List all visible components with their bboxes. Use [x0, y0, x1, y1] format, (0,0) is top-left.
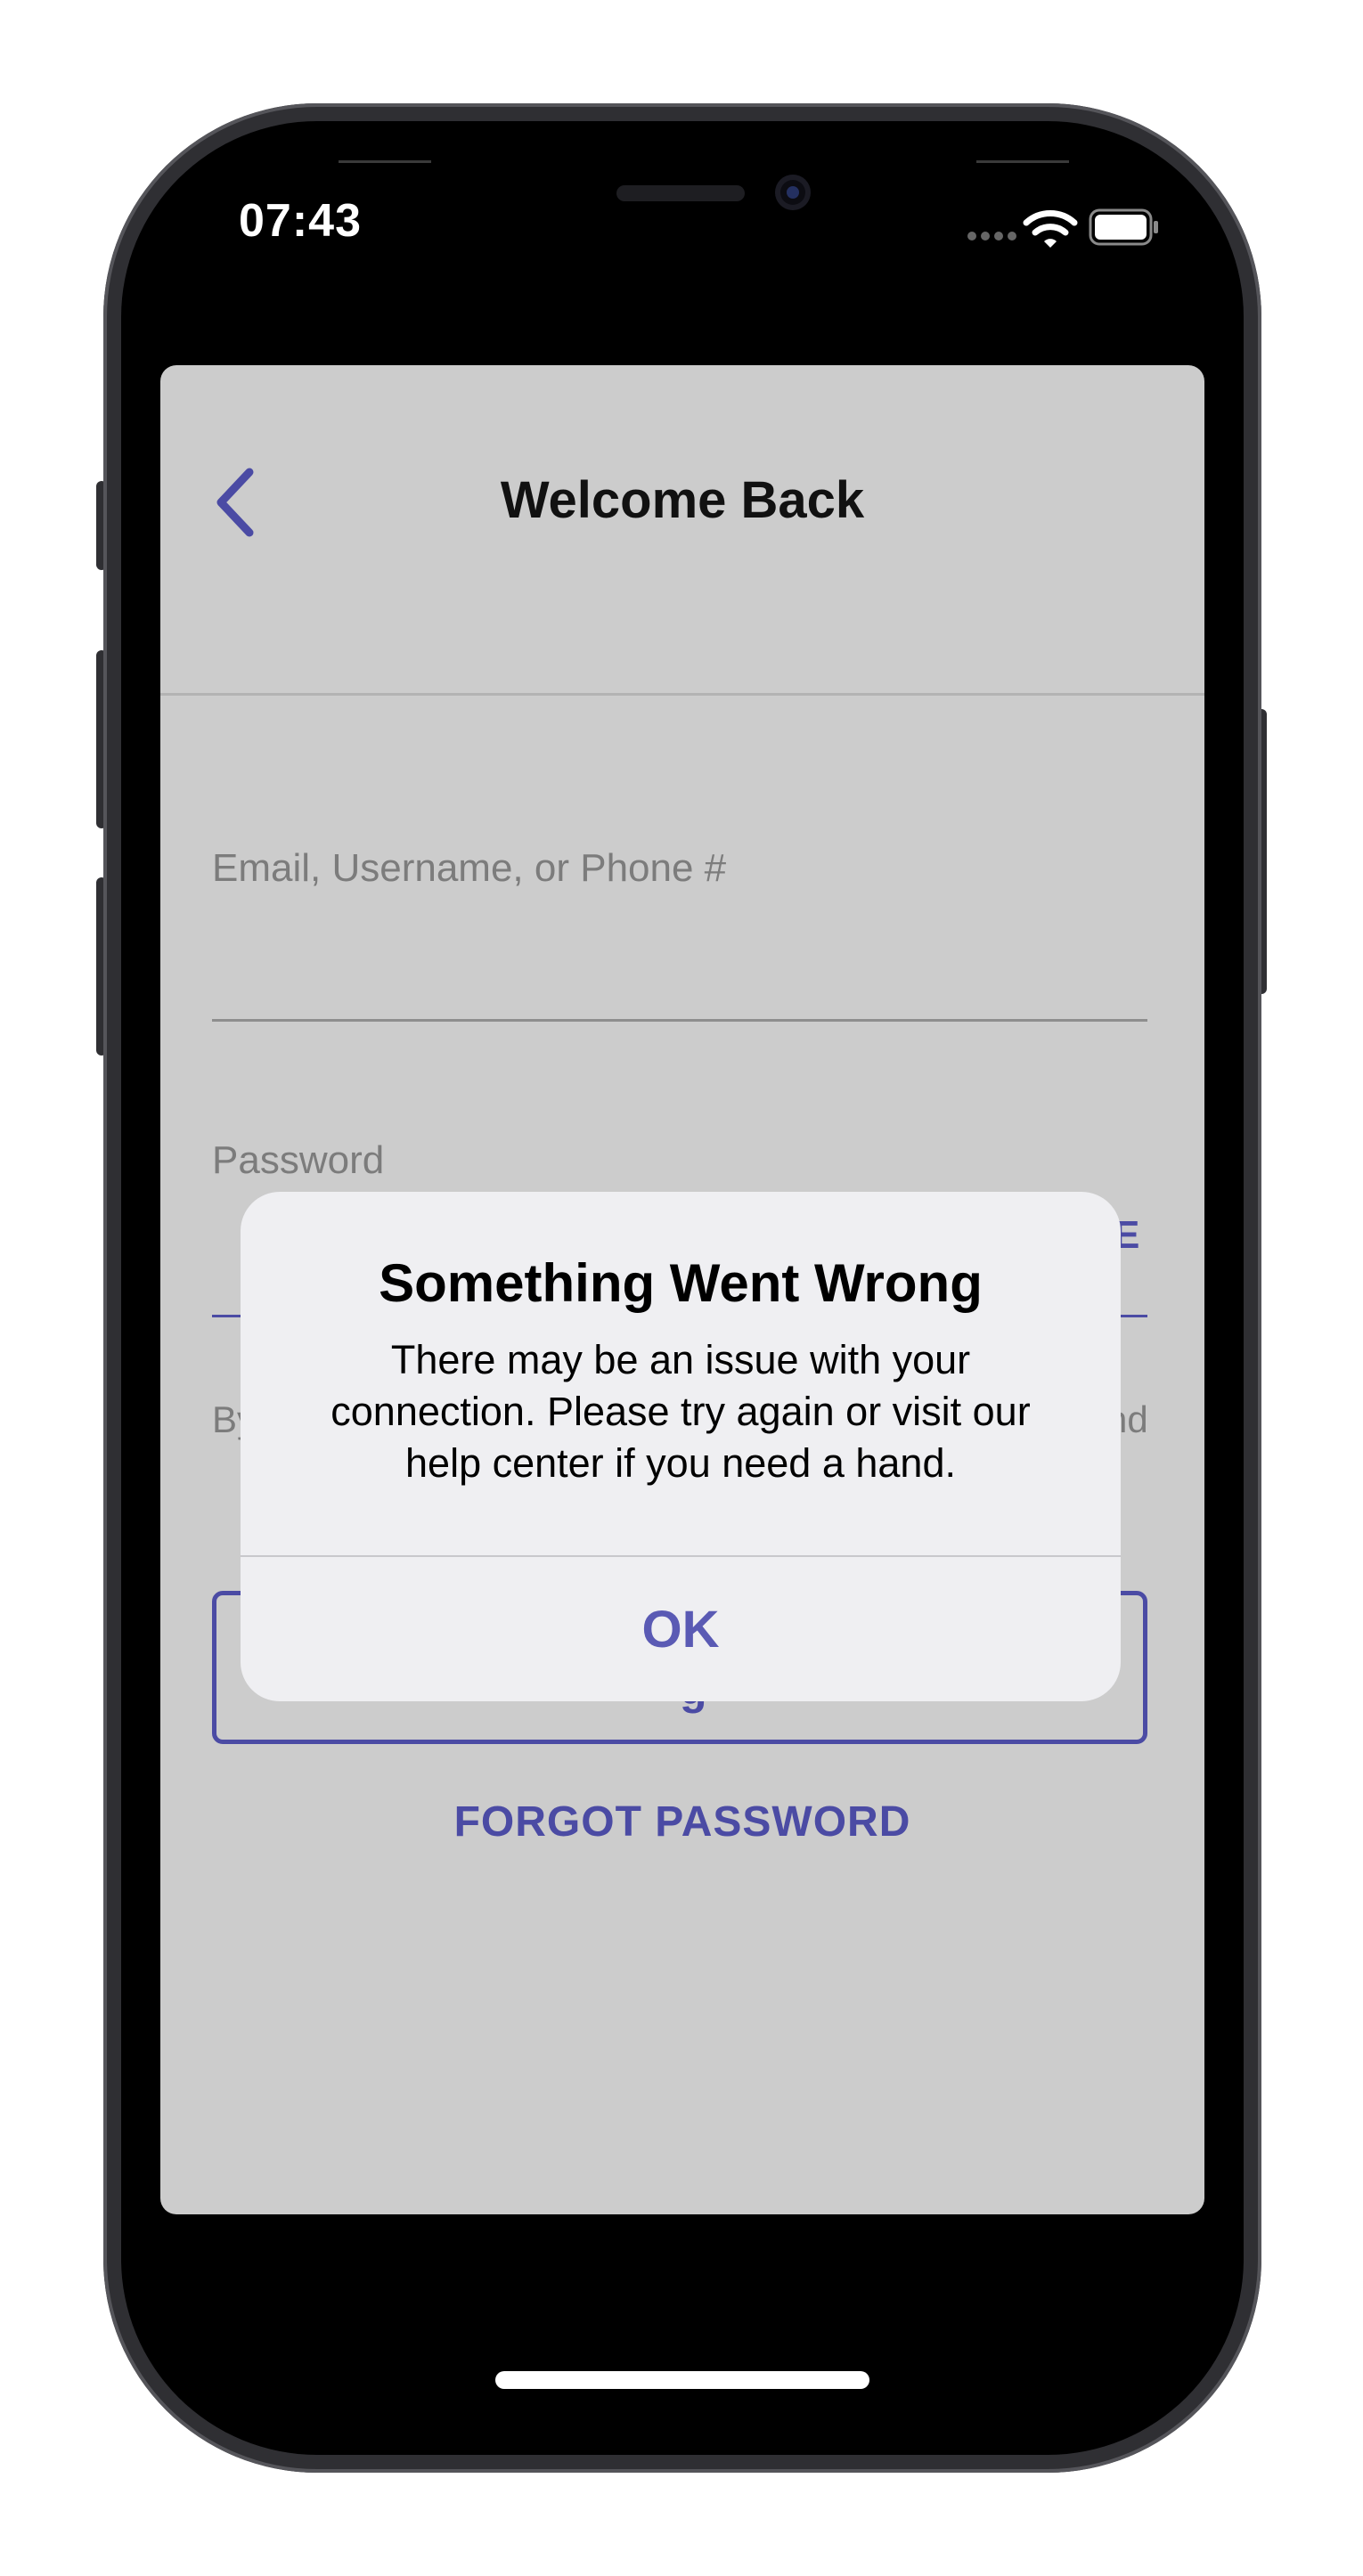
password-field-label: Password	[212, 1138, 385, 1182]
header-divider	[160, 693, 1204, 696]
alert-message: There may be an issue with your connecti…	[331, 1337, 1031, 1486]
status-time: 07:43	[239, 195, 362, 247]
battery-icon	[1089, 208, 1158, 246]
notch-edge-right	[976, 160, 1069, 163]
alert-title: Something Went Wrong	[379, 1253, 983, 1313]
signal-dots-icon	[967, 232, 1016, 240]
earpiece-speaker	[616, 185, 745, 201]
wifi-icon	[1023, 210, 1078, 248]
email-field-underline	[212, 1019, 1147, 1022]
alert-ok-button[interactable]: OK	[241, 1557, 1121, 1701]
email-field[interactable]	[212, 909, 1147, 1033]
front-camera	[775, 175, 811, 210]
forgot-password-link[interactable]: FORGOT PASSWORD	[160, 1797, 1204, 1846]
login-sheet: Welcome Back Email, Username, or Phone #…	[160, 365, 1204, 2214]
error-alert-dialog: Something Went Wrong There may be an iss…	[241, 1192, 1121, 1701]
notch-edge-left	[339, 160, 431, 163]
home-indicator[interactable]	[495, 2371, 869, 2389]
email-field-label: Email, Username, or Phone #	[212, 846, 727, 890]
page-title: Welcome Back	[500, 471, 865, 529]
phone-screen: 07:43 Welcome Back Email, Username, or P…	[121, 121, 1244, 2455]
